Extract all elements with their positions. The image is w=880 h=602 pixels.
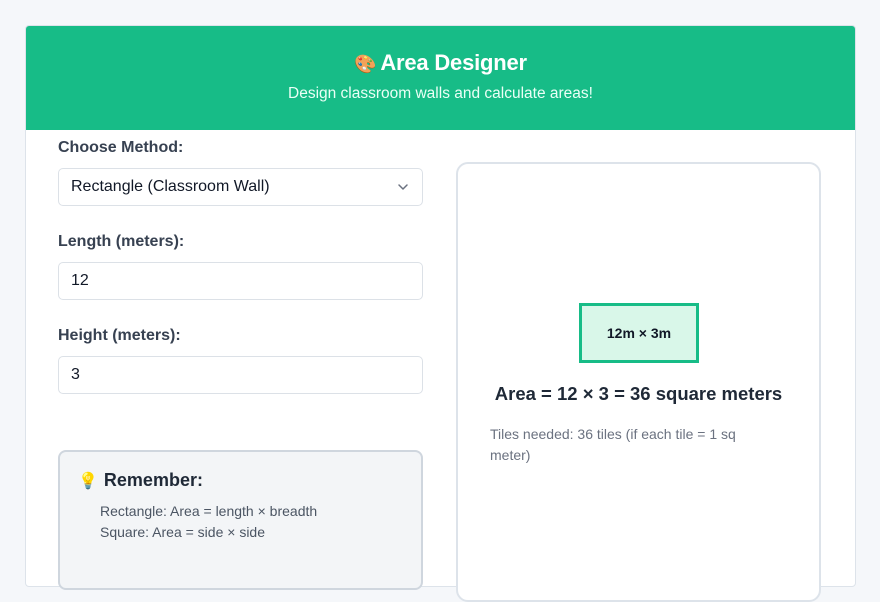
length-input[interactable]: 12	[58, 262, 423, 300]
wall-shape-preview: 12m × 3m	[579, 303, 699, 363]
reminder-line-square: Square: Area = side × side	[100, 524, 265, 540]
height-input-value: 3	[71, 366, 80, 383]
input-panel: Choose Method: Rectangle (Classroom Wall…	[58, 138, 423, 394]
lightbulb-icon: 💡	[78, 471, 98, 490]
palette-icon: 🎨	[354, 54, 377, 75]
method-select[interactable]: Rectangle (Classroom Wall)	[58, 168, 423, 206]
header-banner: 🎨 Area Designer Design classroom walls an…	[26, 26, 855, 130]
reminder-box: 💡 Remember: Rectangle: Area = length × b…	[58, 450, 423, 590]
reminder-title-text: Remember:	[103, 470, 203, 490]
preview-panel: 12m × 3m Area = 12 × 3 = 36 square meter…	[456, 162, 821, 602]
height-label: Height (meters):	[58, 327, 181, 344]
length-label: Length (meters):	[58, 233, 185, 250]
shape-dimensions-label: 12m × 3m	[606, 325, 672, 341]
reminder-lines: Rectangle: Area = length × breadth Squar…	[78, 501, 403, 543]
area-result: Area = 12 × 3 = 36 square meters	[494, 383, 783, 404]
app-title: 🎨 Area Designer	[26, 26, 855, 76]
length-input-value: 12	[71, 272, 89, 289]
app-subtitle: Design classroom walls and calculate are…	[288, 85, 593, 102]
reminder-title: 💡 Remember:	[78, 470, 403, 491]
method-select-value: Rectangle (Classroom Wall)	[71, 178, 270, 195]
method-label: Choose Method:	[58, 139, 184, 156]
chevron-down-icon	[398, 184, 408, 190]
app-title-text: Area Designer	[380, 50, 527, 75]
height-input[interactable]: 3	[58, 356, 423, 394]
tiles-needed: Tiles needed: 36 tiles (if each tile = 1…	[490, 426, 736, 463]
reminder-line-rectangle: Rectangle: Area = length × breadth	[100, 503, 318, 519]
